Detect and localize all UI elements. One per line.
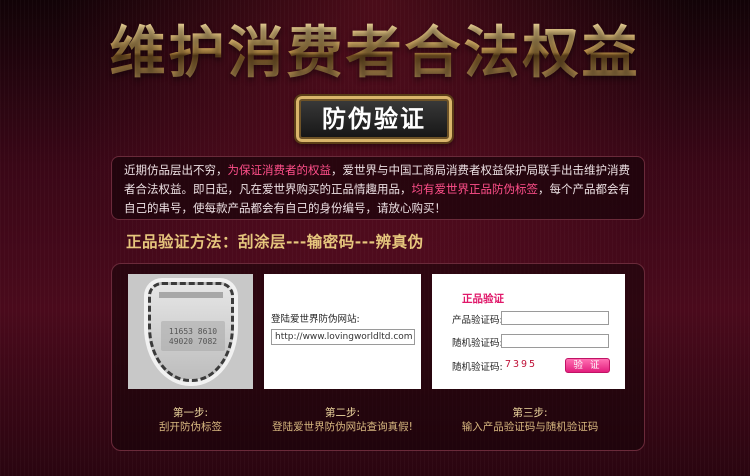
label-serial-line-2: 49020 7082 (168, 337, 218, 346)
anti-counterfeit-label-icon: 11653 8610 49020 7082 (148, 282, 234, 382)
intro-text-box: 近期仿品层出不穷，为保证消费者的权益，爱世界与中国工商局消费者权益保护局联手出击… (111, 156, 645, 220)
step3-description: 输入产品验证码与随机验证码 (461, 421, 599, 433)
step1-description: 刮开防伪标签 (159, 421, 222, 433)
step3-title: 第三步: (512, 407, 548, 419)
intro-text-part1: 近期仿品层出不穷， (124, 163, 228, 177)
product-code-input[interactable] (501, 311, 609, 325)
website-url-field[interactable]: http://www.lovingworldltd.com (271, 329, 415, 345)
step2-website-card: 登陆爱世界防伪网站: http://www.lovingworldltd.com (264, 274, 421, 389)
random-code-label: 随机验证码: (452, 338, 503, 349)
verification-method-heading: 正品验证方法：刮涂层---输密码---辨真伪 (126, 233, 424, 251)
verify-button[interactable]: 验 证 (565, 358, 610, 373)
random-code-input[interactable] (501, 334, 609, 348)
step3-caption: 第三步: 输入产品验证码与随机验证码 (420, 406, 640, 434)
intro-highlight-2: 均有爱世界正品防伪标签 (411, 182, 539, 196)
verify-form-title: 正品验证 (462, 293, 504, 305)
captcha-code: 7395 (505, 359, 538, 370)
main-headline: 维护消费者合法权益 (0, 14, 750, 94)
website-label: 登陆爱世界防伪网站: (271, 314, 360, 325)
step1-title: 第一步: (172, 407, 209, 419)
label-top-band (159, 292, 223, 298)
step1-caption: 第一步: 刮开防伪标签 (128, 406, 253, 434)
label-serial-number: 11653 8610 49020 7082 (161, 327, 225, 347)
step1-label-image: 11653 8610 49020 7082 (128, 274, 253, 389)
anti-counterfeit-badge: 防伪验证 (296, 96, 452, 142)
step2-caption: 第二步: 登陆爱世界防伪网站查询真假! (250, 406, 435, 434)
captcha-label: 随机验证码: (452, 362, 503, 373)
step2-title: 第二步: (324, 407, 361, 419)
step3-verify-form: 正品验证 产品验证码: 随机验证码: 随机验证码: 7395 验 证 (432, 274, 625, 389)
label-serial-line-1: 11653 8610 (168, 327, 218, 336)
step2-description: 登陆爱世界防伪网站查询真假! (272, 421, 413, 433)
intro-highlight-1: 为保证消费者的权益 (227, 163, 332, 177)
product-code-label: 产品验证码: (452, 315, 503, 326)
